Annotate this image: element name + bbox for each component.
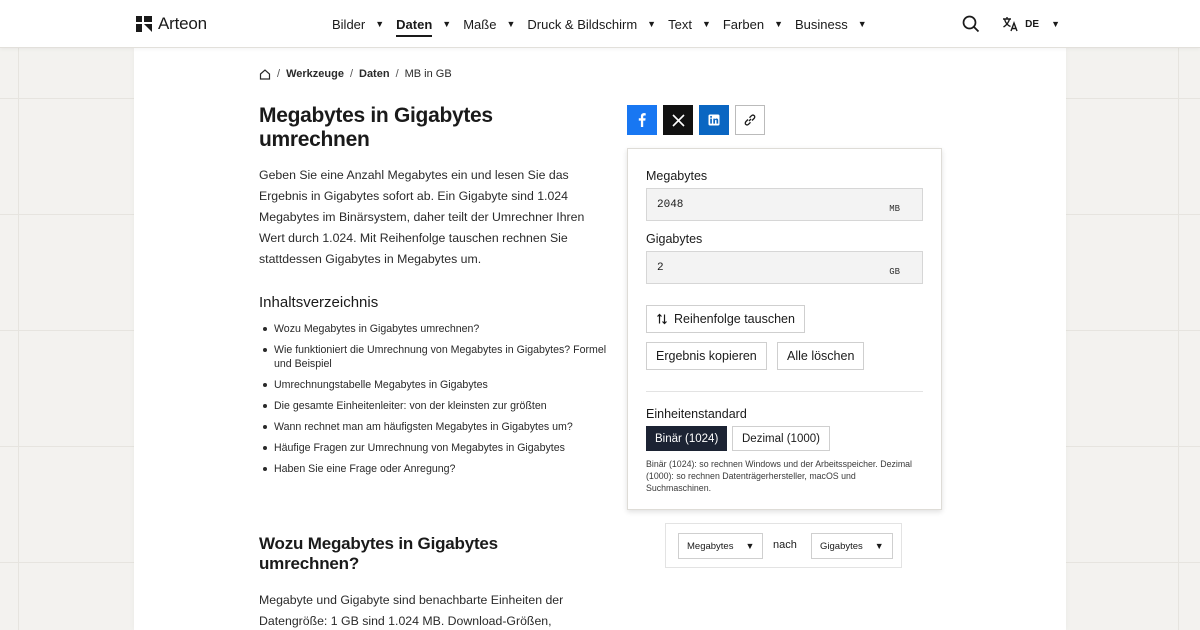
- nav-label: Business: [794, 16, 848, 32]
- megabytes-unit: MB: [889, 204, 900, 214]
- clear-all-label: Alle löschen: [787, 349, 855, 363]
- from-unit-select[interactable]: Megabytes ▼: [678, 533, 764, 559]
- toc-list: Wozu Megabytes in Gigabytes umrechnen? W…: [263, 322, 614, 483]
- toc-title: Inhaltsverzeichnis: [259, 294, 379, 311]
- share-bar: [627, 105, 765, 135]
- caret-down-icon: ▼: [774, 19, 783, 29]
- to-unit-value: Gigabytes: [820, 540, 863, 552]
- logo-mark-icon: [136, 16, 152, 32]
- nav-item-text[interactable]: Text ▼: [668, 0, 711, 48]
- toc-item[interactable]: Wie funktioniert die Umrechnung von Mega…: [263, 343, 614, 371]
- toc-item[interactable]: Wozu Megabytes in Gigabytes umrechnen?: [263, 322, 614, 336]
- intro-text: Geben Sie eine Anzahl Megabytes ein und …: [259, 168, 585, 266]
- toc-item[interactable]: Haben Sie eine Frage oder Anregung?: [263, 462, 614, 476]
- copy-result-button[interactable]: Ergebnis kopieren: [646, 342, 767, 370]
- share-x-button[interactable]: [663, 105, 693, 135]
- facebook-icon: [638, 113, 646, 127]
- gigabytes-unit: GB: [889, 267, 900, 277]
- breadcrumb-item-werkzeuge[interactable]: Werkzeuge: [286, 68, 344, 80]
- caret-down-icon: ▼: [745, 541, 755, 551]
- breadcrumb-item-daten[interactable]: Daten: [359, 68, 390, 80]
- home-icon[interactable]: [259, 68, 271, 80]
- toc-item[interactable]: Umrechnungstabelle Megabytes in Gigabyte…: [263, 378, 614, 392]
- caret-down-icon: ▼: [647, 19, 657, 29]
- pair-connector: nach: [773, 539, 797, 551]
- standard-decimal-option[interactable]: Dezimal (1000): [732, 426, 830, 451]
- swap-button[interactable]: Reihenfolge tauschen: [646, 305, 805, 333]
- breadcrumb: / Werkzeuge / Daten / MB in GB: [259, 68, 452, 80]
- clear-all-button[interactable]: Alle löschen: [777, 342, 865, 370]
- toc-item[interactable]: Wann rechnet man am häufigsten Megabytes…: [263, 420, 614, 434]
- nav-label: Farben: [722, 16, 765, 32]
- nav-label: Text: [668, 16, 692, 32]
- section-title: Wozu Megabytes in Gigabytes umrechnen?: [259, 534, 498, 573]
- breadcrumb-separator: /: [277, 68, 281, 80]
- megabytes-value: 2048: [657, 199, 684, 211]
- x-icon: [671, 113, 685, 127]
- copy-result-label: Ergebnis kopieren: [656, 349, 757, 363]
- nav-label: Bilder: [332, 16, 366, 32]
- gigabytes-value: 2: [657, 262, 664, 274]
- swap-icon: [657, 313, 667, 325]
- share-linkedin-button[interactable]: [699, 105, 729, 135]
- input-label: Megabytes: [646, 169, 708, 183]
- linkedin-icon: [708, 114, 720, 126]
- from-unit-value: Megabytes: [687, 540, 734, 552]
- caret-down-icon: ▼: [375, 19, 385, 29]
- nav-item-bilder[interactable]: Bilder ▼: [332, 0, 384, 48]
- share-facebook-button[interactable]: [627, 105, 657, 135]
- megabytes-input[interactable]: 2048 MB: [646, 188, 923, 221]
- caret-down-icon: ▼: [857, 19, 867, 29]
- language-code: DE: [1025, 18, 1040, 30]
- breadcrumb-separator: /: [395, 68, 399, 80]
- nav-item-druck-bildschirm[interactable]: Druck & Bildschirm ▼: [527, 0, 656, 48]
- header-actions: DE ▼: [962, 0, 1060, 48]
- nav-item-business[interactable]: Business ▼: [795, 0, 867, 48]
- nav-item-farben[interactable]: Farben ▼: [723, 0, 783, 48]
- gigabytes-output[interactable]: 2 GB: [646, 251, 923, 284]
- caret-down-icon: ▼: [874, 541, 884, 551]
- unit-standard-label: Einheitenstandard: [646, 407, 747, 421]
- nav-label: Druck & Bildschirm: [527, 16, 638, 32]
- nav-item-masse[interactable]: Maße ▼: [463, 0, 515, 48]
- copy-link-button[interactable]: [735, 105, 765, 135]
- standard-binary-option[interactable]: Binär (1024): [646, 426, 728, 451]
- caret-down-icon: ▼: [701, 19, 711, 29]
- standard-note: Binär (1024): so rechnen Windows und der…: [646, 459, 912, 493]
- search-icon[interactable]: [962, 15, 980, 33]
- to-unit-select[interactable]: Gigabytes ▼: [811, 533, 893, 559]
- site-header: Arteon Bilder ▼ Daten ▼ Maße ▼ Druck & B…: [0, 0, 1200, 48]
- main-content: / Werkzeuge / Daten / MB in GB Megabytes…: [134, 48, 1066, 630]
- nav-label: Maße: [463, 16, 497, 32]
- swap-label: Reihenfolge tauschen: [674, 312, 795, 326]
- caret-down-icon: ▼: [1051, 19, 1060, 29]
- divider: [646, 391, 923, 392]
- link-icon: [744, 114, 756, 126]
- main-nav: Bilder ▼ Daten ▼ Maße ▼ Druck & Bildschi…: [332, 0, 879, 48]
- nav-item-daten[interactable]: Daten ▼: [396, 0, 451, 48]
- caret-down-icon: ▼: [506, 19, 516, 29]
- nav-label: Daten: [396, 12, 433, 37]
- breadcrumb-separator: /: [349, 68, 353, 80]
- translate-icon: [1003, 17, 1018, 32]
- toc-item[interactable]: Die gesamte Einheitenleiter: von der kle…: [263, 399, 614, 413]
- caret-down-icon: ▼: [442, 19, 452, 29]
- section-text: Megabyte und Gigabyte sind benachbarte E…: [259, 593, 564, 628]
- language-switcher[interactable]: DE ▼: [1002, 16, 1060, 32]
- converter-panel: Megabytes 2048 MB Gigabytes 2 GB Reihenf…: [627, 148, 942, 510]
- output-label: Gigabytes: [646, 232, 703, 246]
- breadcrumb-item-current: MB in GB: [404, 68, 452, 80]
- logo[interactable]: Arteon: [136, 14, 207, 34]
- page-title: Megabytes in Gigabytes umrechnen: [259, 104, 493, 151]
- unit-pair-selector: Megabytes ▼ nach Gigabytes ▼: [665, 523, 902, 568]
- brand-name: Arteon: [158, 14, 207, 33]
- toc-item[interactable]: Häufige Fragen zur Umrechnung von Megaby…: [263, 441, 614, 455]
